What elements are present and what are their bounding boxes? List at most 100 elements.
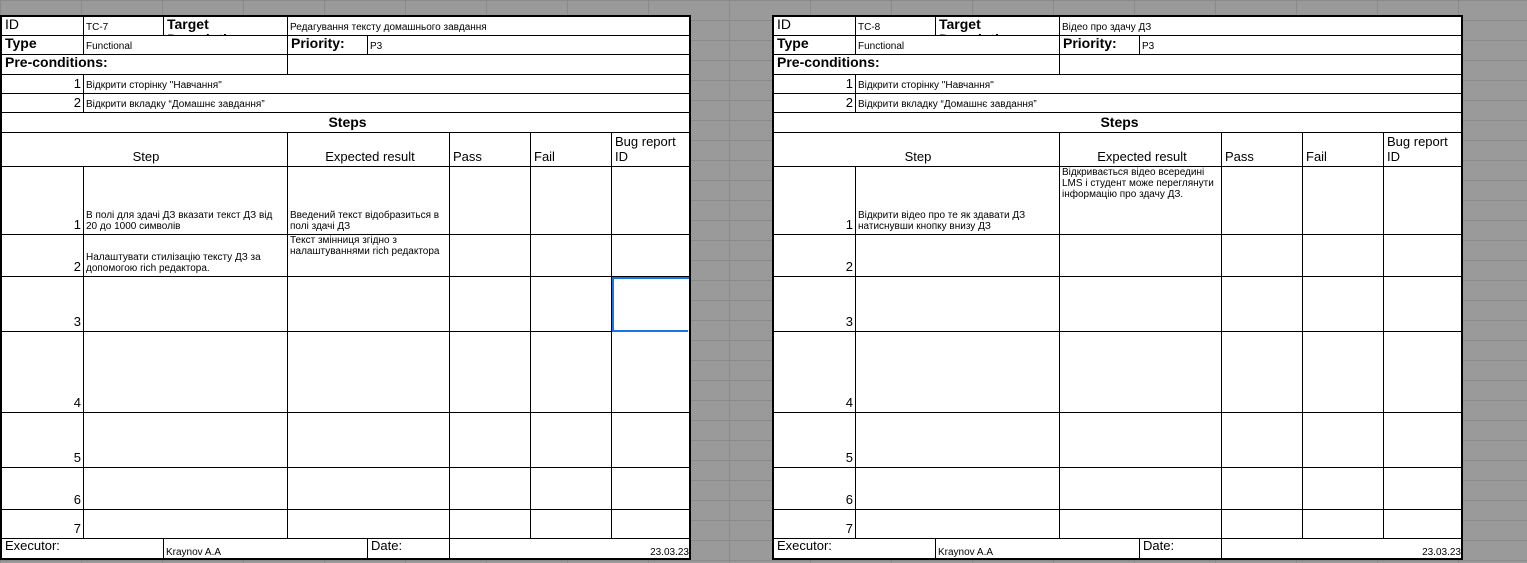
expected-result-cell[interactable]: Відкривається відео всередині LMS і студ…	[1060, 167, 1222, 235]
pass-cell[interactable]	[1222, 235, 1303, 277]
expected-result-cell[interactable]	[288, 332, 450, 413]
step-description-cell[interactable]	[84, 468, 288, 510]
date-label: Date:	[368, 539, 450, 558]
fail-cell[interactable]	[531, 332, 612, 413]
type-value[interactable]: Functional	[856, 36, 1060, 55]
fail-cell[interactable]	[1303, 167, 1384, 235]
priority-value[interactable]: P3	[1140, 36, 1461, 55]
expected-result-cell[interactable]	[288, 510, 450, 539]
precondition-text[interactable]: Відкрити сторінку "Навчання"	[856, 75, 1461, 94]
fail-cell[interactable]	[1303, 235, 1384, 277]
precondition-number: 2	[774, 94, 856, 113]
id-value[interactable]: TC-8	[856, 17, 936, 36]
preconditions-empty-cell[interactable]	[288, 55, 689, 75]
fail-cell[interactable]	[531, 510, 612, 539]
step-description-cell[interactable]	[856, 277, 1060, 332]
step-description-cell[interactable]	[856, 468, 1060, 510]
step-description-cell[interactable]	[856, 413, 1060, 468]
step-description-cell[interactable]	[84, 332, 288, 413]
step-description-cell[interactable]	[856, 235, 1060, 277]
step-description-cell[interactable]	[856, 332, 1060, 413]
fail-cell[interactable]	[531, 468, 612, 510]
step-description-cell[interactable]: В полі для здачі ДЗ вказати текст ДЗ від…	[84, 167, 288, 235]
executor-value[interactable]: Kraynov A.A	[164, 539, 368, 558]
bug-report-cell[interactable]	[1384, 510, 1461, 539]
pass-cell[interactable]	[450, 468, 531, 510]
fail-cell[interactable]	[531, 277, 612, 332]
expected-result-cell[interactable]	[1060, 468, 1222, 510]
pass-cell[interactable]	[450, 413, 531, 468]
expected-result-cell[interactable]	[288, 413, 450, 468]
expected-result-cell[interactable]: Введений текст відобразиться в полі здач…	[288, 167, 450, 235]
date-value[interactable]: 23.03.23	[450, 539, 689, 558]
expected-result-cell[interactable]	[1060, 413, 1222, 468]
pass-cell[interactable]	[1222, 413, 1303, 468]
expected-result-cell[interactable]	[1060, 277, 1222, 332]
type-value[interactable]: Functional	[84, 36, 288, 55]
preconditions-label: Pre-conditions:	[774, 55, 1060, 75]
selected-cell[interactable]	[612, 277, 689, 332]
pass-cell[interactable]	[450, 235, 531, 277]
bug-report-cell[interactable]	[612, 468, 689, 510]
step-description-cell[interactable]: Відкрити відео про те як здавати ДЗ нати…	[856, 167, 1060, 235]
pass-cell[interactable]	[450, 332, 531, 413]
id-value[interactable]: TC-7	[84, 17, 164, 36]
step-description-cell[interactable]	[856, 510, 1060, 539]
pass-cell[interactable]	[1222, 167, 1303, 235]
fail-cell[interactable]	[1303, 332, 1384, 413]
fail-cell[interactable]	[531, 167, 612, 235]
step-description-cell[interactable]	[84, 510, 288, 539]
bug-report-cell[interactable]	[1384, 468, 1461, 510]
fail-cell[interactable]	[1303, 510, 1384, 539]
fail-cell[interactable]	[1303, 468, 1384, 510]
precondition-text[interactable]: Відкрити вкладку “Домашнє завдання”	[856, 94, 1461, 113]
expected-result-cell[interactable]: Текст змінниця згідно з налаштуваннями r…	[288, 235, 450, 277]
step-description-cell[interactable]	[84, 413, 288, 468]
fail-cell[interactable]	[1303, 413, 1384, 468]
target-description-value[interactable]: Відео про здачу ДЗ	[1060, 17, 1461, 36]
pass-cell[interactable]	[1222, 510, 1303, 539]
executor-value[interactable]: Kraynov A.A	[936, 539, 1140, 558]
col-header-fail: Fail	[1303, 133, 1384, 167]
test-case-sheet: ID TC-7 Target Description: Редагування …	[0, 15, 691, 560]
fail-cell[interactable]	[531, 235, 612, 277]
step-number: 5	[774, 413, 856, 468]
col-header-bug-report-id: Bug report ID	[612, 133, 689, 167]
expected-result-cell[interactable]	[1060, 510, 1222, 539]
expected-result-cell[interactable]	[1060, 235, 1222, 277]
expected-result-cell[interactable]	[1060, 332, 1222, 413]
fail-cell[interactable]	[531, 413, 612, 468]
pass-cell[interactable]	[450, 277, 531, 332]
priority-value[interactable]: P3	[368, 36, 689, 55]
bug-report-cell[interactable]	[1384, 277, 1461, 332]
preconditions-empty-cell[interactable]	[1060, 55, 1461, 75]
bug-report-cell[interactable]	[612, 510, 689, 539]
fail-cell[interactable]	[1303, 277, 1384, 332]
bug-report-cell[interactable]	[1384, 167, 1461, 235]
col-header-bug-report-id: Bug report ID	[1384, 133, 1461, 167]
pass-cell[interactable]	[450, 510, 531, 539]
step-description-cell[interactable]	[84, 277, 288, 332]
expected-result-cell[interactable]	[288, 277, 450, 332]
precondition-text[interactable]: Відкрити сторінку "Навчання"	[84, 75, 689, 94]
step-description-cell[interactable]: Налаштувати стилізацію тексту ДЗ за допо…	[84, 235, 288, 277]
step-number: 3	[774, 277, 856, 332]
bug-report-cell[interactable]	[612, 235, 689, 277]
col-header-step: Step	[2, 133, 288, 167]
bug-report-cell[interactable]	[1384, 332, 1461, 413]
target-description-label: Target Description:	[164, 17, 288, 36]
target-description-value[interactable]: Редагування тексту домашнього завдання	[288, 17, 689, 36]
bug-report-cell[interactable]	[612, 413, 689, 468]
pass-cell[interactable]	[1222, 332, 1303, 413]
pass-cell[interactable]	[1222, 277, 1303, 332]
bug-report-cell[interactable]	[612, 332, 689, 413]
date-value[interactable]: 23.03.23	[1222, 539, 1461, 558]
pass-cell[interactable]	[1222, 468, 1303, 510]
expected-result-cell[interactable]	[288, 468, 450, 510]
bug-report-cell[interactable]	[612, 167, 689, 235]
steps-title: Steps	[774, 113, 1461, 133]
bug-report-cell[interactable]	[1384, 235, 1461, 277]
precondition-text[interactable]: Відкрити вкладку “Домашнє завдання”	[84, 94, 689, 113]
bug-report-cell[interactable]	[1384, 413, 1461, 468]
pass-cell[interactable]	[450, 167, 531, 235]
